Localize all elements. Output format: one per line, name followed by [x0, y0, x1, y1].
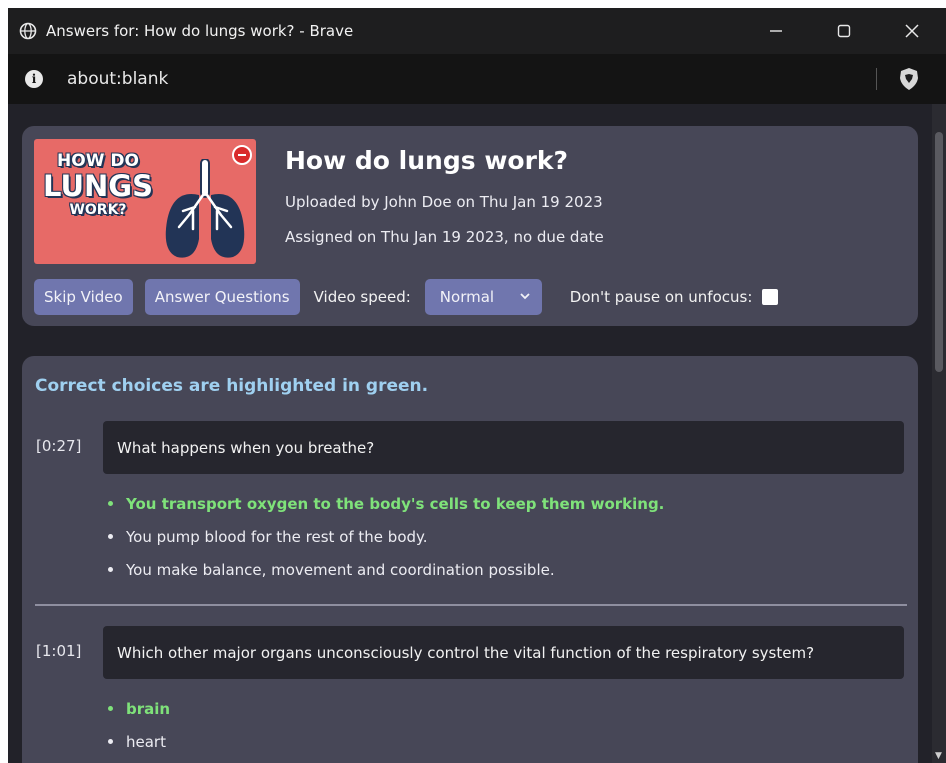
info-icon[interactable]: i: [25, 70, 43, 88]
choice-item: heart: [108, 725, 184, 758]
globe-icon: [18, 21, 38, 41]
maximize-button[interactable]: [810, 8, 878, 54]
video-speed-label: Video speed:: [313, 288, 411, 306]
choice-list: brain heart kidneys: [108, 692, 184, 763]
bullet: [108, 739, 113, 744]
minimize-button[interactable]: [742, 8, 810, 54]
lungs-icon: [165, 159, 245, 258]
video-controls: Skip Video Answer Questions Video speed:…: [34, 279, 779, 315]
scroll-down-arrow-icon[interactable]: ▼: [935, 751, 942, 761]
skip-video-button[interactable]: Skip Video: [34, 279, 133, 315]
choice-item: kidneys: [108, 758, 184, 763]
address-divider: [876, 68, 877, 90]
video-thumbnail[interactable]: HOW DO LUNGS WORK?: [34, 139, 256, 264]
question-timestamp[interactable]: [1:01]: [36, 642, 81, 660]
video-title: How do lungs work?: [285, 146, 569, 175]
pause-on-unfocus-checkbox[interactable]: [762, 289, 779, 305]
choice-item: You pump blood for the rest of the body.: [108, 520, 664, 553]
close-button[interactable]: [878, 8, 946, 54]
assigned-info: Assigned on Thu Jan 19 2023, no due date: [285, 228, 604, 246]
question-text: What happens when you breathe?: [103, 421, 904, 474]
vertical-scrollbar[interactable]: ▼: [932, 104, 946, 763]
choice-text: You make balance, movement and coordinat…: [126, 560, 555, 579]
choice-item: You make balance, movement and coordinat…: [108, 553, 664, 586]
minimize-icon: [770, 30, 782, 32]
choice-text: You transport oxygen to the body's cells…: [126, 494, 665, 513]
page-viewport: HOW DO LUNGS WORK? How do lungs work? Up…: [8, 104, 946, 763]
maximize-icon: [837, 24, 851, 38]
thumbnail-line-1: HOW DO: [57, 151, 139, 171]
chevron-down-icon: [520, 293, 530, 300]
choice-text: brain: [126, 699, 171, 718]
thumbnail-line-2: LUNGS: [43, 169, 153, 203]
browser-window: Answers for: How do lungs work? - Brave …: [8, 8, 946, 763]
url-field[interactable]: about:blank: [67, 69, 168, 89]
answers-heading: Correct choices are highlighted in green…: [35, 376, 429, 396]
pause-on-unfocus-label: Don't pause on unfocus:: [569, 288, 753, 306]
window-title: Answers for: How do lungs work? - Brave: [46, 22, 354, 40]
choice-item: You transport oxygen to the body's cells…: [108, 487, 664, 520]
choice-text: heart: [126, 732, 166, 751]
close-icon: [905, 24, 919, 38]
scrollbar-thumb[interactable]: [935, 132, 943, 372]
choice-list: You transport oxygen to the body's cells…: [108, 487, 664, 586]
bullet: [108, 706, 113, 711]
choice-text: You pump blood for the rest of the body.: [126, 527, 428, 546]
thumbnail-line-3: WORK?: [69, 202, 127, 218]
video-speed-select[interactable]: Normal: [424, 279, 542, 315]
answer-questions-button[interactable]: Answer Questions: [144, 279, 300, 315]
uploaded-info: Uploaded by John Doe on Thu Jan 19 2023: [285, 193, 603, 211]
brave-shield-icon[interactable]: [898, 67, 920, 91]
answers-card: Correct choices are highlighted in green…: [22, 356, 918, 763]
video-card: HOW DO LUNGS WORK? How do lungs work? Up…: [22, 126, 918, 326]
bullet: [108, 501, 113, 506]
title-bar: Answers for: How do lungs work? - Brave: [8, 8, 946, 54]
bullet: [108, 534, 113, 539]
question-divider: [35, 604, 907, 606]
bullet: [108, 567, 113, 572]
thumbnail-text: HOW DO LUNGS WORK?: [42, 151, 154, 218]
address-bar: i about:blank: [8, 54, 946, 104]
choice-item: brain: [108, 692, 184, 725]
question-timestamp[interactable]: [0:27]: [36, 437, 81, 455]
question-text: Which other major organs unconsciously c…: [103, 626, 904, 679]
video-speed-value: Normal: [439, 288, 495, 306]
